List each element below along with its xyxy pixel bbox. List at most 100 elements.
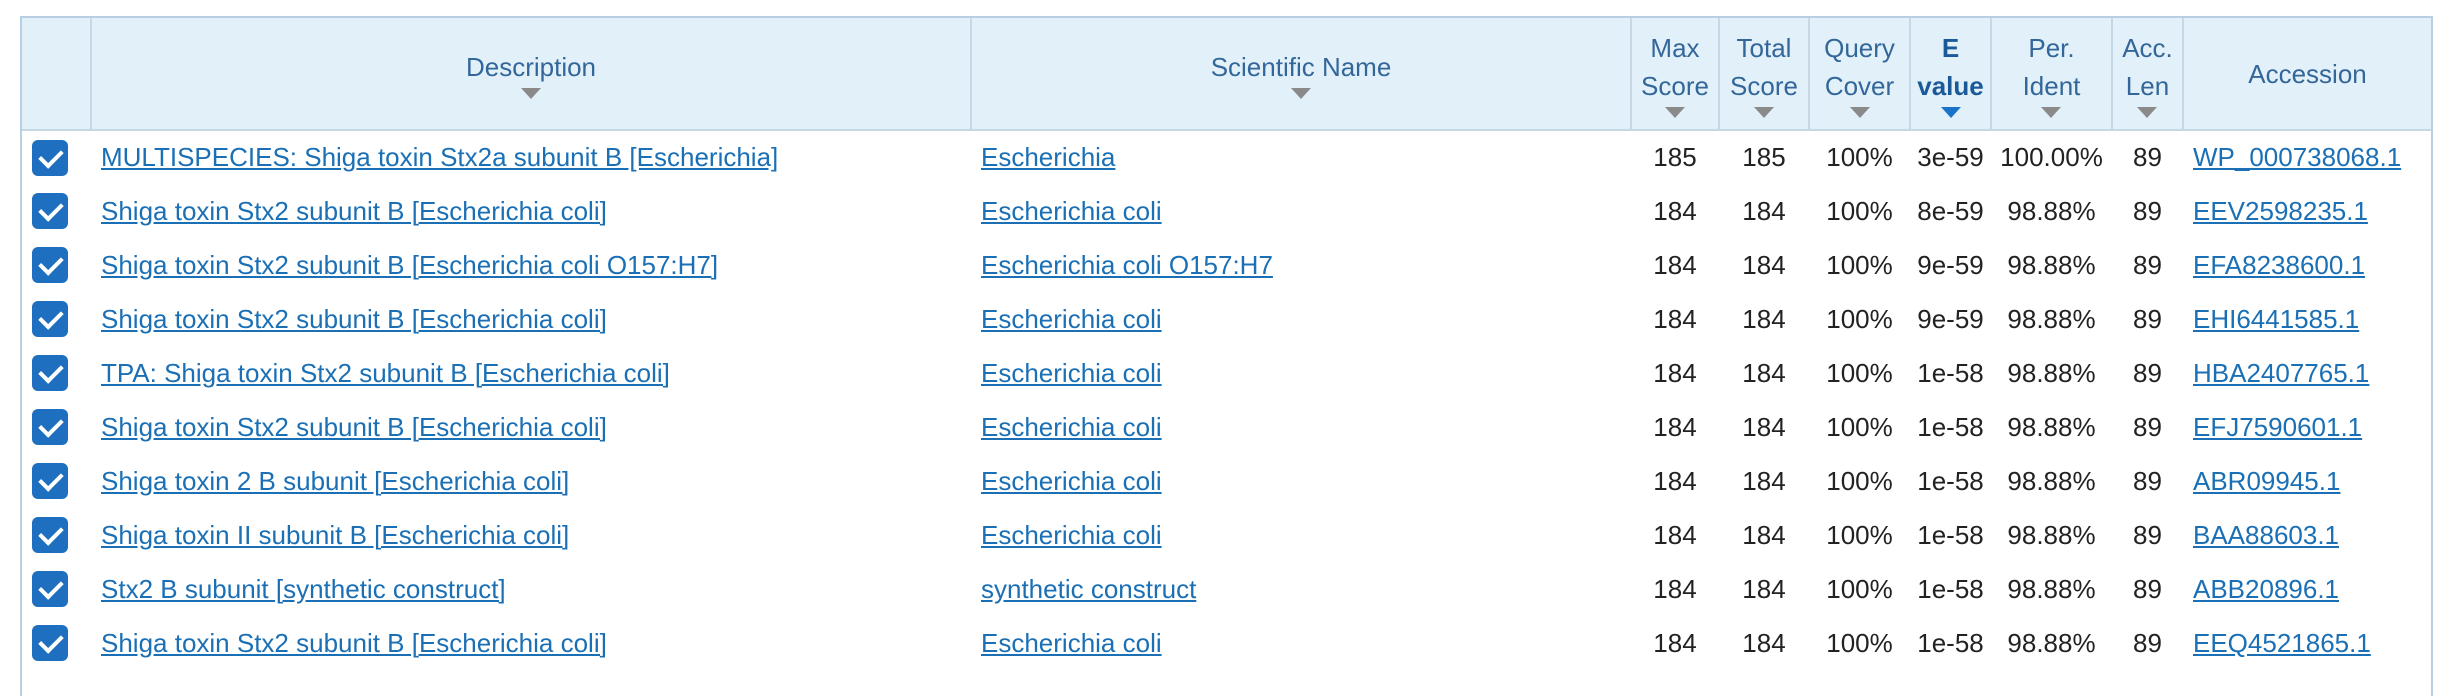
description-link[interactable]: Shiga toxin Stx2 subunit B [Escherichia … xyxy=(101,196,607,226)
accession-link[interactable]: EHI6441585.1 xyxy=(2193,304,2359,334)
description-cell: Shiga toxin Stx2 subunit B [Escherichia … xyxy=(91,184,971,238)
max-score-cell: 184 xyxy=(1653,519,1697,550)
scientific-name-link[interactable]: synthetic construct xyxy=(981,574,1196,604)
accession-link[interactable]: EEQ4521865.1 xyxy=(2193,628,2371,658)
max-score-cell: 184 xyxy=(1653,303,1697,334)
scientific-name-cell: Escherichia coli xyxy=(971,454,1631,508)
col-e-value[interactable]: Evalue xyxy=(1909,18,1991,131)
description-link[interactable]: Shiga toxin Stx2 subunit B [Escherichia … xyxy=(101,628,607,658)
sort-down-icon[interactable] xyxy=(1849,107,1870,118)
select-cell xyxy=(22,616,91,670)
col-label: Scientific Name xyxy=(1210,52,1392,82)
sort-down-icon[interactable] xyxy=(2041,107,2062,118)
col-total-score[interactable]: Total Score xyxy=(1718,18,1809,131)
description-link[interactable]: MULTISPECIES: Shiga toxin Stx2a subunit … xyxy=(101,142,778,172)
scientific-name-link[interactable]: Escherichia coli xyxy=(981,304,1162,334)
description-link[interactable]: TPA: Shiga toxin Stx2 subunit B [Escheri… xyxy=(101,358,670,388)
row-checkbox[interactable] xyxy=(32,571,68,607)
col-label: E xyxy=(1941,33,1960,63)
sort-down-icon[interactable] xyxy=(1664,107,1685,118)
description-link[interactable]: Shiga toxin Stx2 subunit B [Escherichia … xyxy=(101,412,607,442)
max-score-cell: 185 xyxy=(1653,142,1697,172)
description-cell: Stx2 B subunit [synthetic construct] xyxy=(91,562,971,616)
query-cover-cell: 100% xyxy=(1826,627,1893,658)
max-score-cell: 184 xyxy=(1653,627,1697,658)
description-link[interactable]: Shiga toxin 2 B subunit [Escherichia col… xyxy=(101,466,569,496)
accession-link[interactable]: EFJ7590601.1 xyxy=(2193,412,2362,442)
acc-len-cell: 89 xyxy=(2133,249,2162,280)
query-cover-cell: 100% xyxy=(1826,519,1893,550)
select-cell xyxy=(22,292,91,346)
total-score-cell: 185 xyxy=(1742,142,1786,172)
total-score-cell: 184 xyxy=(1742,465,1786,496)
scientific-name-link[interactable]: Escherichia coli xyxy=(981,466,1162,496)
scientific-name-cell: Escherichia coli O157:H7 xyxy=(971,238,1631,292)
sort-down-icon[interactable] xyxy=(1291,88,1311,99)
results-table: Description Scientific Name Max Score Tot… xyxy=(22,18,2431,670)
accession-link[interactable]: EFA8238600.1 xyxy=(2193,250,2365,280)
scientific-name-link[interactable]: Escherichia coli xyxy=(981,196,1162,226)
select-cell xyxy=(22,454,91,508)
description-link[interactable]: Shiga toxin II subunit B [Escherichia co… xyxy=(101,520,569,550)
description-link[interactable]: Shiga toxin Stx2 subunit B [Escherichia … xyxy=(101,250,718,280)
acc-len-cell: 89 xyxy=(2133,357,2162,388)
row-checkbox[interactable] xyxy=(32,517,68,553)
row-checkbox[interactable] xyxy=(32,139,68,176)
accession-link[interactable]: ABR09945.1 xyxy=(2193,466,2340,496)
sort-down-icon[interactable] xyxy=(1753,107,1774,118)
scientific-name-link[interactable]: Escherichia coli xyxy=(981,358,1162,388)
e-value-cell: 1e-58 xyxy=(1917,627,1984,658)
acc-len-cell: 89 xyxy=(2133,303,2162,334)
scientific-name-link[interactable]: Escherichia xyxy=(981,142,1115,172)
row-checkbox[interactable] xyxy=(32,625,68,661)
max-score-cell: 184 xyxy=(1653,573,1697,604)
col-acc-len[interactable]: Acc. Len xyxy=(2111,18,2183,131)
e-value-cell: 1e-58 xyxy=(1917,357,1984,388)
accession-link[interactable]: BAA88603.1 xyxy=(2193,520,2339,550)
total-score-cell: 184 xyxy=(1742,303,1786,334)
acc-len-cell: 89 xyxy=(2133,573,2162,604)
accession-cell: EFA8238600.1 xyxy=(2183,238,2431,292)
scientific-name-link[interactable]: Escherichia coli xyxy=(981,412,1162,442)
total-score-cell: 184 xyxy=(1742,357,1786,388)
max-score-cell: 184 xyxy=(1653,249,1697,280)
col-label: Len xyxy=(2125,71,2170,101)
table-row: Stx2 B subunit [synthetic construct] syn… xyxy=(22,562,2431,616)
select-cell xyxy=(22,130,91,184)
col-label: Description xyxy=(465,52,597,82)
sort-down-icon[interactable] xyxy=(521,88,541,99)
col-query-cover[interactable]: Query Cover xyxy=(1808,18,1910,131)
row-checkbox[interactable] xyxy=(32,355,68,391)
per-ident-cell: 98.88% xyxy=(2007,411,2096,442)
col-description[interactable]: Description xyxy=(90,18,971,131)
scientific-name-cell: Escherichia coli xyxy=(971,346,1631,400)
col-per-ident[interactable]: Per. Ident xyxy=(1990,18,2112,131)
accession-link[interactable]: WP_000738068.1 xyxy=(2193,142,2401,172)
row-checkbox[interactable] xyxy=(32,409,68,445)
accession-cell: EEV2598235.1 xyxy=(2183,184,2431,238)
sort-down-icon[interactable] xyxy=(2137,107,2158,118)
row-checkbox[interactable] xyxy=(32,193,68,229)
sort-down-icon[interactable] xyxy=(1940,107,1961,118)
accession-link[interactable]: ABB20896.1 xyxy=(2193,574,2339,604)
accession-link[interactable]: HBA2407765.1 xyxy=(2193,358,2369,388)
col-scientific-name[interactable]: Scientific Name xyxy=(970,18,1631,131)
accession-link[interactable]: EEV2598235.1 xyxy=(2193,196,2368,226)
col-accession[interactable]: Accession xyxy=(2182,18,2431,131)
description-link[interactable]: Shiga toxin Stx2 subunit B [Escherichia … xyxy=(101,304,607,334)
row-checkbox[interactable] xyxy=(32,301,68,337)
row-checkbox[interactable] xyxy=(32,247,68,283)
accession-cell: HBA2407765.1 xyxy=(2183,346,2431,400)
accession-cell: EHI6441585.1 xyxy=(2183,292,2431,346)
e-value-cell: 1e-58 xyxy=(1917,411,1984,442)
e-value-cell: 3e-59 xyxy=(1917,142,1984,172)
scientific-name-link[interactable]: Escherichia coli xyxy=(981,628,1162,658)
description-link[interactable]: Stx2 B subunit [synthetic construct] xyxy=(101,574,506,604)
row-checkbox[interactable] xyxy=(32,463,68,499)
e-value-cell: 1e-58 xyxy=(1917,573,1984,604)
scientific-name-link[interactable]: Escherichia coli O157:H7 xyxy=(981,250,1273,280)
col-max-score[interactable]: Max Score xyxy=(1630,18,1719,131)
select-cell xyxy=(22,562,91,616)
scientific-name-link[interactable]: Escherichia coli xyxy=(981,520,1162,550)
description-cell: Shiga toxin 2 B subunit [Escherichia col… xyxy=(91,454,971,508)
